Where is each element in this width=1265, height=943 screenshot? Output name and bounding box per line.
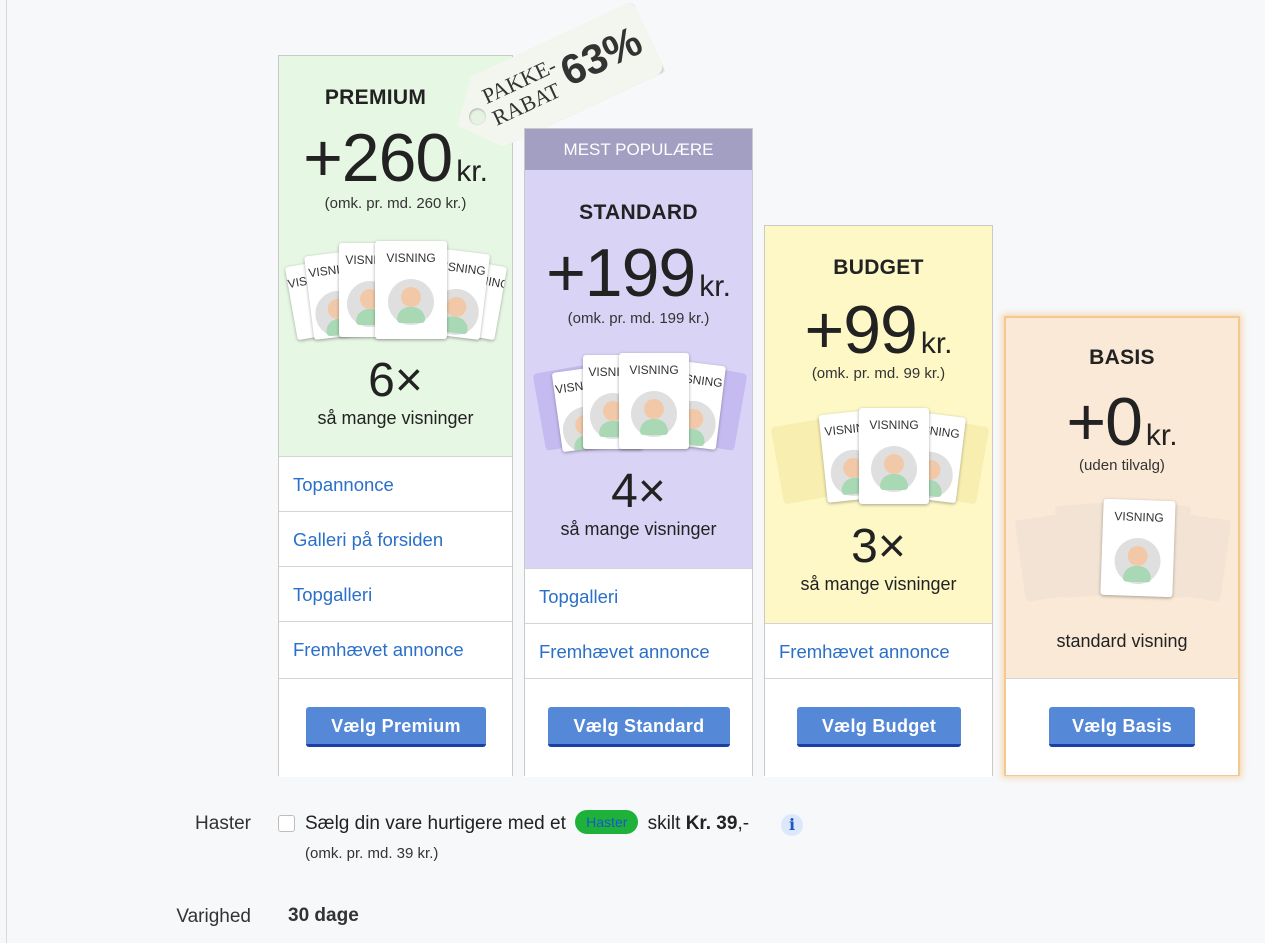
views-illustration: VISNING VISNING VISNING: [765, 404, 994, 514]
plan-standard-header: MEST POPULÆRE STANDARD +199 kr. (omk. pr.…: [525, 129, 752, 568]
haster-description: Sælg din vare hurtigere med et Haster sk…: [305, 810, 750, 836]
price-unit: kr.: [1145, 419, 1178, 452]
plan-premium: PREMIUM +260 kr. (omk. pr. md. 260 kr.) V…: [278, 55, 514, 777]
haster-badge: Haster: [575, 810, 639, 834]
plan-standard: MEST POPULÆRE STANDARD +199 kr. (omk. pr.…: [524, 128, 753, 777]
avatar-icon: [631, 391, 677, 437]
plan-footer: Vælg Standard: [525, 678, 752, 777]
price-per-month: (omk. pr. md. 99 kr.): [811, 365, 946, 382]
feature-topgalleri[interactable]: Topgalleri: [525, 568, 752, 623]
left-divider: [6, 0, 7, 943]
feature-topgalleri[interactable]: Topgalleri: [279, 566, 512, 621]
plan-footer: Vælg Budget: [765, 678, 992, 777]
plan-budget: BUDGET +99 kr. (omk. pr. md. 99 kr.) VISN…: [764, 225, 993, 777]
visning-card: VISNING: [1100, 498, 1176, 598]
plan-footer: Vælg Basis: [1006, 678, 1238, 775]
plan-budget-header: BUDGET +99 kr. (omk. pr. md. 99 kr.) VISN…: [765, 226, 992, 623]
avatar-icon: [871, 446, 917, 492]
plan-price: +0 kr.: [1006, 388, 1238, 456]
feature-topannonce[interactable]: Topannonce: [279, 456, 512, 511]
views-illustration: VISNING VISNING VISNING VISNING VISNING …: [279, 241, 514, 351]
plan-basis: BASIS +0 kr. (uden tilvalg) VISNING stand…: [1004, 316, 1240, 776]
price-per-month: (uden tilvalg): [1079, 457, 1165, 474]
price-value: +199: [546, 235, 696, 311]
haster-price-suffix: ,-: [737, 813, 750, 835]
plan-name: BUDGET: [833, 256, 924, 279]
haster-price: Kr. 39: [685, 813, 738, 835]
most-popular-banner: MEST POPULÆRE: [525, 129, 752, 170]
card-label: VISNING: [629, 363, 679, 377]
choose-standard-button[interactable]: Vælg Standard: [548, 707, 730, 747]
haster-checkbox[interactable]: [278, 815, 295, 832]
duration-value: 30 dage: [288, 905, 359, 926]
choose-budget-button[interactable]: Vælg Budget: [797, 707, 961, 747]
view-multiplier: 6×: [368, 354, 423, 407]
haster-per-month: (omk. pr. md. 39 kr.): [305, 845, 439, 862]
visning-card: VISNING: [375, 241, 447, 339]
view-multiplier: 4×: [611, 465, 666, 518]
view-multiplier-label: så mange visninger: [800, 574, 957, 594]
view-multiplier-label: så mange visninger: [560, 519, 717, 539]
price-value: +0: [1066, 384, 1143, 460]
views-illustration: VISNING VISNING VISNING VISNING: [525, 349, 754, 459]
view-multiplier-label: så mange visninger: [317, 408, 474, 428]
card-label: VISNING: [869, 418, 919, 432]
price-per-month: (omk. pr. md. 199 kr.): [567, 310, 710, 327]
feature-fremhaevet[interactable]: Fremhævet annonce: [765, 623, 992, 678]
card-label: VISNING: [386, 251, 436, 265]
views-illustration: VISNING: [1006, 494, 1238, 604]
plan-price: +199 kr.: [525, 239, 752, 307]
feature-fremhaevet[interactable]: Fremhævet annonce: [525, 623, 752, 678]
visning-card: VISNING: [859, 408, 929, 504]
avatar-icon: [1113, 537, 1162, 585]
price-value: +99: [804, 292, 917, 368]
plan-name: BASIS: [1089, 346, 1155, 369]
duration-label: Varighed: [176, 906, 251, 927]
price-value: +260: [303, 120, 453, 196]
haster-text-after: skilt: [647, 813, 681, 835]
plan-basis-header: BASIS +0 kr. (uden tilvalg) VISNING stand…: [1006, 318, 1238, 678]
feature-fremhaevet[interactable]: Fremhævet annonce: [279, 621, 512, 676]
haster-label: Haster: [195, 813, 251, 834]
feature-galleri-forsiden[interactable]: Galleri på forsiden: [279, 511, 512, 566]
price-per-month: (omk. pr. md. 260 kr.): [324, 195, 467, 212]
visning-card: VISNING: [619, 353, 689, 449]
info-icon[interactable]: i: [781, 814, 803, 836]
choose-basis-button[interactable]: Vælg Basis: [1049, 707, 1195, 747]
choose-premium-button[interactable]: Vælg Premium: [306, 707, 486, 747]
plan-footer: Vælg Premium: [279, 678, 512, 777]
avatar-icon: [388, 279, 434, 325]
price-unit: kr.: [699, 270, 731, 303]
plan-price: +99 kr.: [765, 296, 992, 364]
price-unit: kr.: [920, 327, 953, 360]
plan-description: standard visning: [1056, 631, 1188, 651]
view-multiplier: 3×: [851, 520, 906, 573]
card-label: VISNING: [1114, 509, 1164, 525]
plan-name: STANDARD: [579, 201, 698, 224]
haster-text-before: Sælg din vare hurtigere med et: [305, 813, 566, 835]
